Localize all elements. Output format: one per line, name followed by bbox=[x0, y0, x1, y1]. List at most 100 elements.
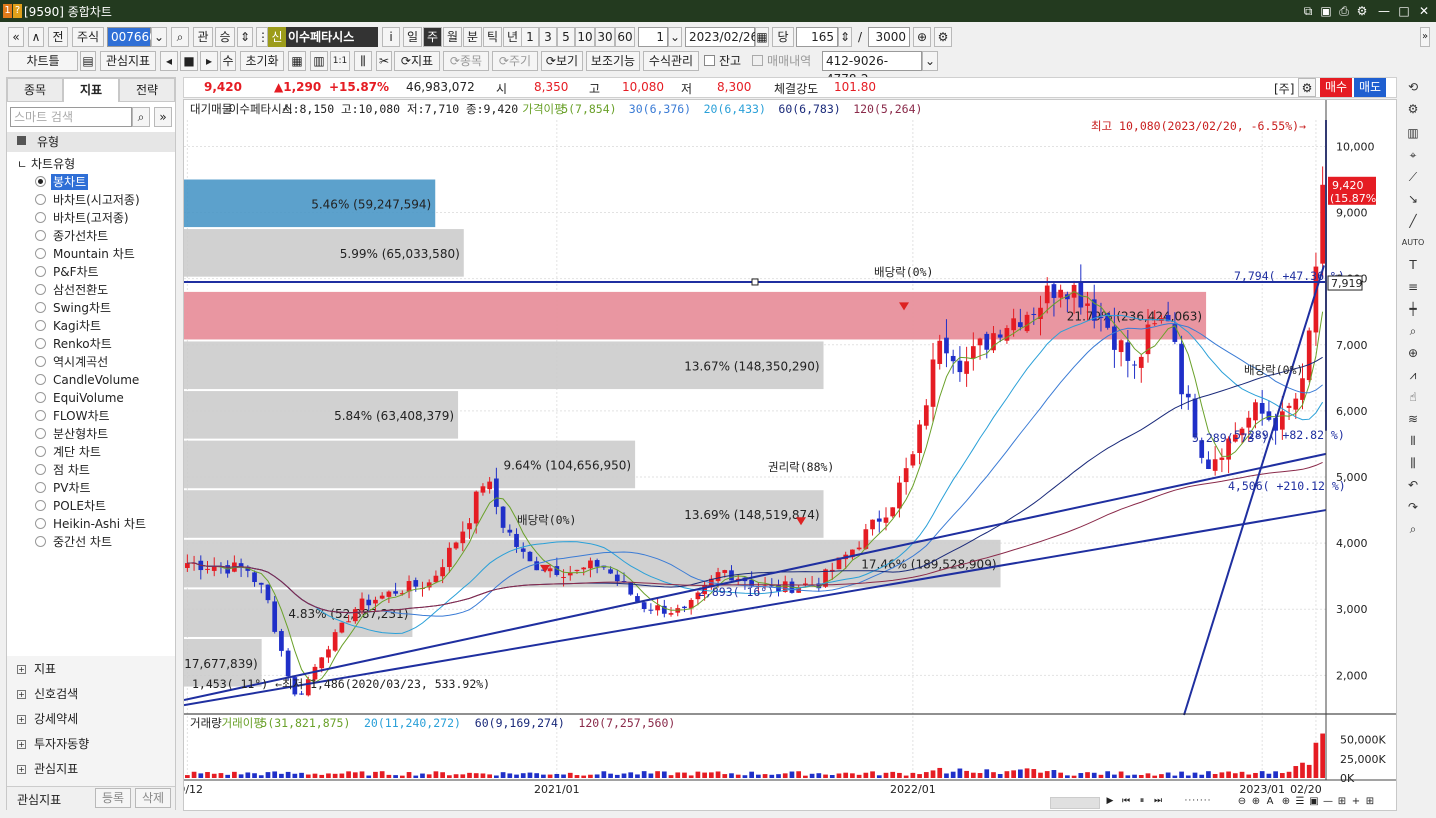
section-indicator[interactable]: + 지표 bbox=[17, 660, 56, 678]
period-month[interactable]: 월 bbox=[443, 27, 462, 47]
register-button[interactable]: 등록 bbox=[95, 788, 131, 808]
fibonacci-icon[interactable]: ≡ bbox=[1400, 277, 1426, 297]
view-mode-icon[interactable]: ▣ bbox=[1308, 796, 1320, 810]
line-tool-icon[interactable]: ⟋ bbox=[1400, 167, 1426, 187]
radio-icon[interactable] bbox=[35, 284, 46, 295]
tab-stock[interactable]: 종목 bbox=[7, 78, 63, 102]
candle-tool-icon[interactable]: ┿ bbox=[1400, 299, 1426, 319]
interval-10[interactable]: 10 bbox=[575, 27, 595, 47]
radio-icon[interactable] bbox=[35, 338, 46, 349]
tab-strategy[interactable]: 전략 bbox=[119, 78, 175, 102]
total-input[interactable]: 3000 bbox=[868, 27, 910, 47]
interval-30[interactable]: 30 bbox=[595, 27, 615, 47]
indicator-button[interactable]: ⟳지표 bbox=[394, 51, 440, 71]
item-button[interactable]: ⟳종목 bbox=[443, 51, 489, 71]
radio-icon[interactable] bbox=[35, 428, 46, 439]
maximize-icon[interactable]: □ bbox=[1396, 3, 1412, 19]
save-icon[interactable]: ▤ bbox=[80, 51, 96, 71]
section-watch[interactable]: + 관심지표 bbox=[17, 760, 78, 778]
account-dropdown-icon[interactable]: ⌄ bbox=[922, 51, 938, 71]
radio-icon[interactable] bbox=[35, 374, 46, 385]
chart-svg[interactable]: 2,0003,0004,0005,0006,0007,0008,0009,000… bbox=[184, 100, 1396, 810]
info-button[interactable]: i bbox=[382, 27, 400, 47]
nav-up-button[interactable]: ∧ bbox=[28, 27, 44, 47]
plus-icon[interactable]: + bbox=[1350, 796, 1362, 810]
section-investor[interactable]: + 투자자동향 bbox=[17, 735, 89, 753]
stock-name[interactable]: 이수페타시스 bbox=[286, 27, 378, 47]
collapse-icon[interactable]: » bbox=[154, 107, 172, 127]
reset-button[interactable]: 초기화 bbox=[240, 51, 284, 71]
account-select[interactable]: 412-9026-4778-2 bbox=[822, 51, 922, 86]
interval-60[interactable]: 60 bbox=[615, 27, 635, 47]
radio-icon[interactable] bbox=[35, 410, 46, 421]
chart-template-button[interactable]: 차트틀 bbox=[8, 51, 78, 71]
layout-icon[interactable]: ▥ bbox=[310, 51, 328, 71]
su-button[interactable]: 수 bbox=[220, 51, 236, 71]
list-icon[interactable]: ☰ bbox=[1294, 796, 1306, 810]
interval-3[interactable]: 3 bbox=[539, 27, 557, 47]
buy-button[interactable]: 매수 bbox=[1320, 78, 1352, 97]
chevron-down-icon[interactable]: ⌄ bbox=[668, 27, 682, 47]
crosshair-icon[interactable]: ⌖ bbox=[1400, 145, 1426, 165]
chart-area[interactable]: 2,0003,0004,0005,0006,0007,0008,0009,000… bbox=[183, 99, 1397, 811]
multi-line-icon[interactable]: ⦀ bbox=[1400, 431, 1426, 451]
watch-indicator-button[interactable]: 관심지표 bbox=[100, 51, 156, 71]
bars-spin-icon[interactable]: ⇕ bbox=[838, 27, 852, 47]
radio-icon[interactable] bbox=[35, 518, 46, 529]
dang-button[interactable]: 당 bbox=[772, 27, 794, 47]
code-input[interactable]: 007660 bbox=[107, 27, 157, 47]
scroll-track[interactable] bbox=[1050, 797, 1100, 809]
text-tool-icon[interactable]: T bbox=[1400, 255, 1426, 275]
refresh-icon[interactable]: ⟲ bbox=[1400, 77, 1426, 97]
smart-search-input[interactable]: 스마트 검색 bbox=[10, 107, 132, 127]
search-icon[interactable]: ⌕ bbox=[1400, 519, 1426, 539]
sang-button[interactable]: 승 bbox=[215, 27, 235, 47]
gear-icon[interactable]: ⚙ bbox=[1400, 99, 1426, 119]
search-icon[interactable]: ⌕ bbox=[132, 107, 150, 127]
settings-icon[interactable]: ⚙ bbox=[1354, 3, 1370, 19]
view-button[interactable]: ⟳보기 bbox=[541, 51, 583, 71]
play-back-icon[interactable]: ◂ bbox=[160, 51, 178, 71]
memo-icon[interactable]: ▣ bbox=[1318, 3, 1334, 19]
radio-icon[interactable] bbox=[35, 500, 46, 511]
undo-icon[interactable]: ↶ bbox=[1400, 475, 1426, 495]
zoom-slider[interactable]: ······· bbox=[1168, 796, 1228, 810]
zoom-reset-icon[interactable]: ⊕ bbox=[1280, 796, 1292, 810]
radio-icon[interactable] bbox=[35, 464, 46, 475]
trade-checkbox[interactable] bbox=[752, 55, 763, 66]
minimize-icon[interactable]: — bbox=[1376, 3, 1392, 19]
section-strength[interactable]: + 강세약세 bbox=[17, 710, 78, 728]
radio-icon[interactable] bbox=[35, 320, 46, 331]
magnify-icon[interactable]: ⊕ bbox=[1400, 343, 1426, 363]
pause-icon[interactable]: ⏸ bbox=[1136, 796, 1148, 810]
aux-button[interactable]: 보조기능 bbox=[586, 51, 640, 71]
redo-icon[interactable]: ↷ bbox=[1400, 497, 1426, 517]
delete-button[interactable]: 삭제 bbox=[135, 788, 171, 808]
formula-button[interactable]: 수식관리 bbox=[643, 51, 699, 71]
gear-icon[interactable]: ⚙ bbox=[934, 27, 952, 47]
candle-icon[interactable]: ⫼ bbox=[354, 51, 372, 71]
minus-icon[interactable]: — bbox=[1322, 796, 1334, 810]
market-button[interactable]: 주식 bbox=[72, 27, 104, 47]
interval-1[interactable]: 1 bbox=[521, 27, 539, 47]
period-minute[interactable]: 분 bbox=[463, 27, 482, 47]
first-icon[interactable]: ⏮ bbox=[1120, 796, 1132, 810]
gwan-button[interactable]: 관 bbox=[193, 27, 213, 47]
bars-input[interactable]: 165 bbox=[796, 27, 838, 47]
spin-icon[interactable]: ⇕ bbox=[237, 27, 253, 47]
close-icon[interactable]: ✕ bbox=[1416, 3, 1432, 19]
ray-tool-icon[interactable]: ↘ bbox=[1400, 189, 1426, 209]
radio-icon[interactable] bbox=[35, 230, 46, 241]
period-year[interactable]: 년 bbox=[503, 27, 522, 47]
auto-icon[interactable]: AUTO bbox=[1400, 233, 1426, 253]
code-dropdown-icon[interactable]: ⌄ bbox=[151, 27, 167, 47]
period-day[interactable]: 일 bbox=[403, 27, 422, 47]
last-icon[interactable]: ⏭ bbox=[1152, 796, 1164, 810]
app-number-icon[interactable]: 1 bbox=[3, 4, 12, 18]
count-select[interactable]: 1 bbox=[638, 27, 668, 47]
period-week[interactable]: 주 bbox=[423, 27, 442, 47]
scroll-right-icon[interactable]: ▶ bbox=[1104, 796, 1116, 810]
balance-checkbox[interactable] bbox=[704, 55, 715, 66]
trendline-icon[interactable]: ╱ bbox=[1400, 211, 1426, 231]
radio-icon[interactable] bbox=[35, 482, 46, 493]
